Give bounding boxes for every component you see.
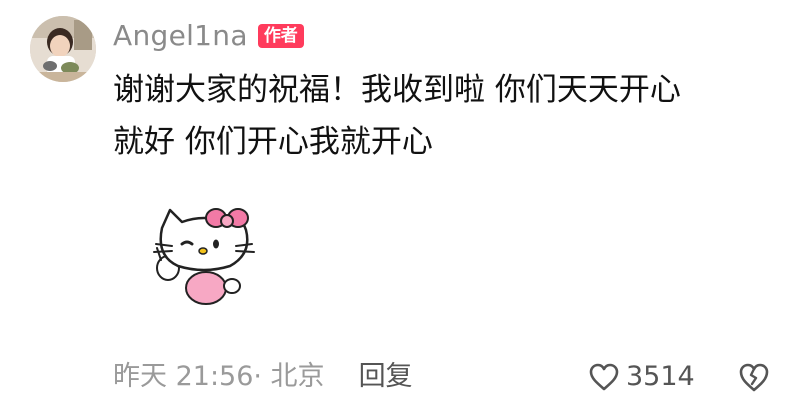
heart-outline-icon <box>589 363 619 391</box>
hello-kitty-sticker[interactable] <box>148 204 260 308</box>
broken-heart-outline-icon <box>739 363 769 392</box>
like-button[interactable]: 3514 <box>588 356 695 398</box>
author-badge: 作者 <box>257 24 304 48</box>
like-count: 3514 <box>626 361 695 392</box>
avatar[interactable] <box>30 16 96 82</box>
timestamp: 昨天 21:56· 北京 <box>113 361 325 392</box>
comment-text: 谢谢大家的祝福！我收到啦 你们天天开心 就好 你们开心我就开心 <box>113 72 681 160</box>
username[interactable]: Angel1na <box>113 19 248 53</box>
comment-header: Angel1na 作者 <box>113 19 304 53</box>
comment-meta: 昨天 21:56· 北京 回复 <box>113 356 413 398</box>
dislike-button[interactable] <box>737 361 771 393</box>
reply-button[interactable]: 回复 <box>359 356 413 398</box>
